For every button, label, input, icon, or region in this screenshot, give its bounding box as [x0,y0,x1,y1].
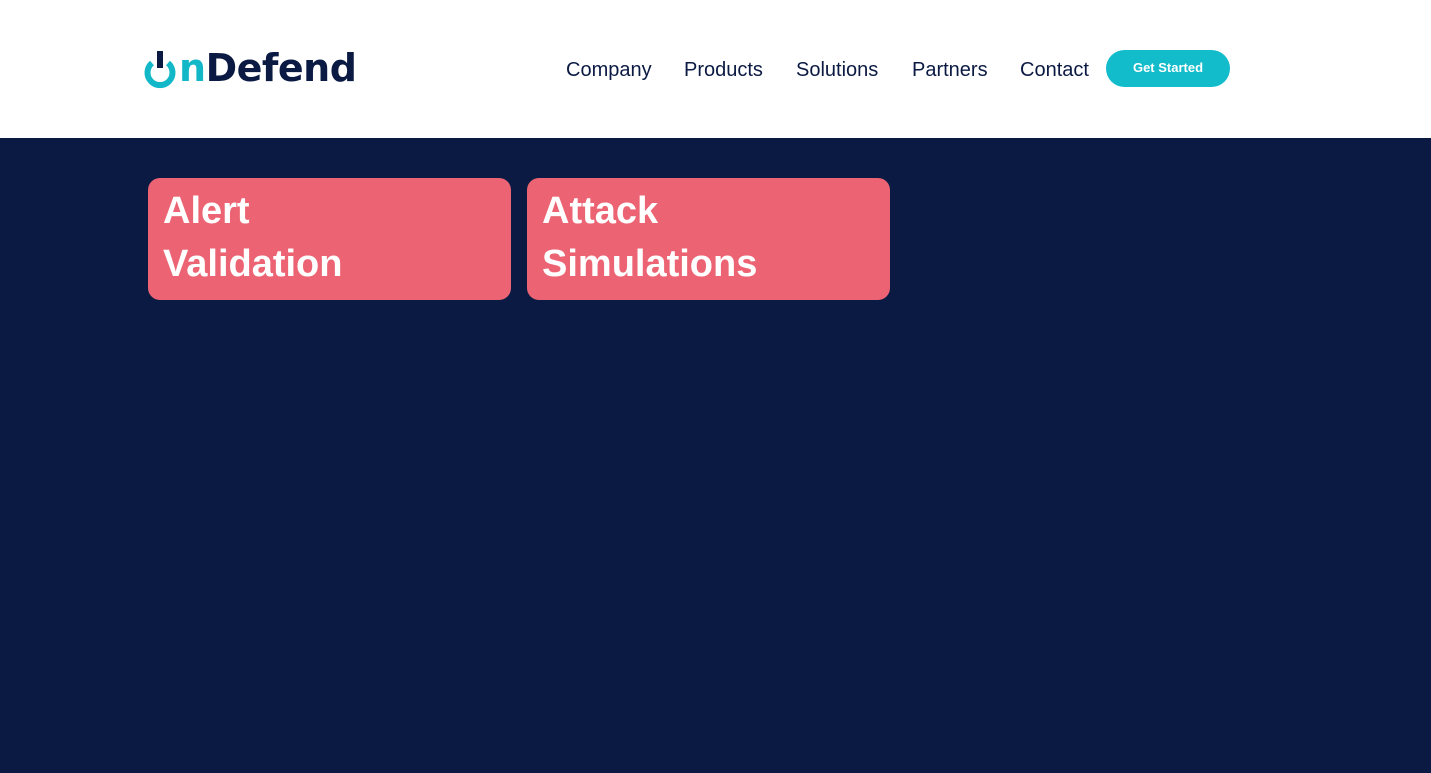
nav-products[interactable]: Products [684,56,763,84]
logo-text-accent: n [179,46,206,90]
card-title-line2: Simulations [542,243,758,285]
card-attack-simulations[interactable]: Attack Simulations [527,178,890,300]
nav-partners[interactable]: Partners [912,56,988,84]
card-title-line1: Attack [542,190,659,232]
site-header: n Defend Company Products Solutions Partn… [0,0,1431,138]
nav-company[interactable]: Company [566,56,652,84]
power-icon [144,51,176,89]
nav-solutions[interactable]: Solutions [796,56,878,84]
nav-contact[interactable]: Contact [1020,56,1089,84]
ondefend-logo[interactable]: n Defend [142,46,357,90]
logo-text-main: Defend [205,46,357,90]
card-title-line1: Alert [163,190,250,232]
get-started-button[interactable]: Get Started [1106,50,1230,87]
card-alert-validation[interactable]: Alert Validation [148,178,511,300]
card-title-line2: Validation [163,243,343,285]
